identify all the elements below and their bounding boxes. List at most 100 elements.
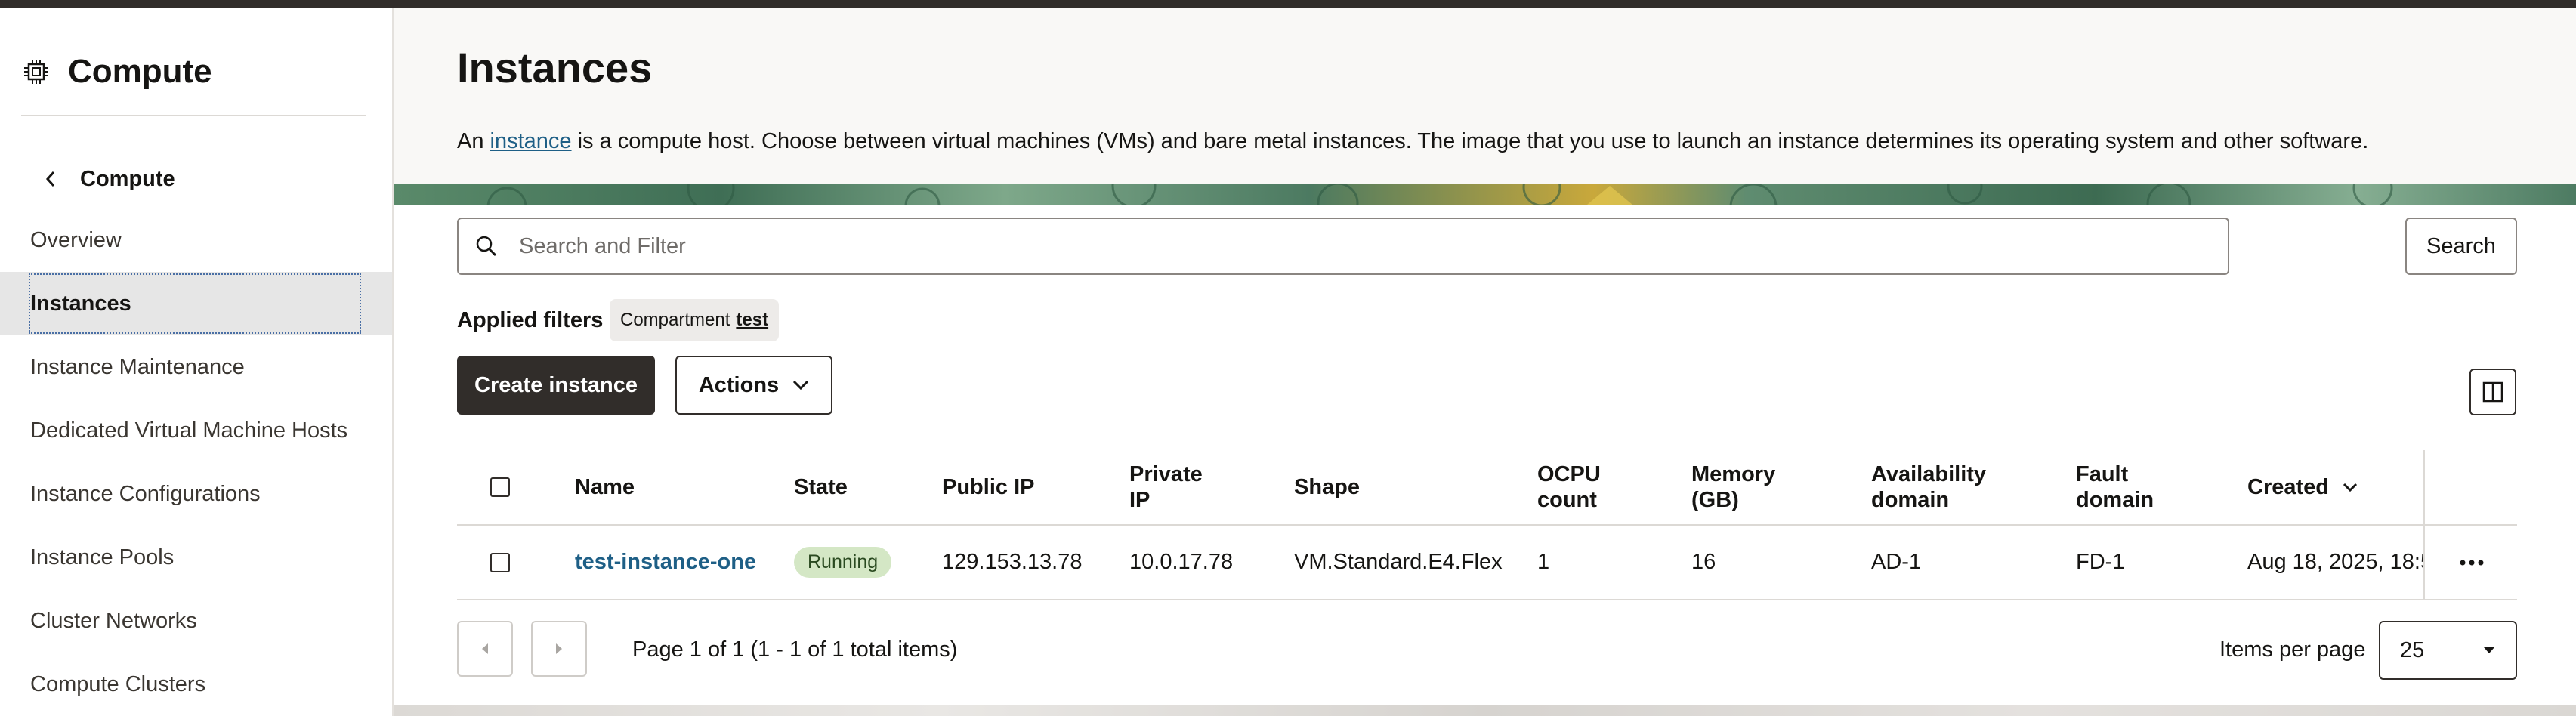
sidebar-item-dedicated-vm-hosts[interactable]: Dedicated Virtual Machine Hosts (0, 399, 392, 462)
sidebar-nav: Overview Instances Instance Maintenance … (0, 208, 392, 716)
created-value: Aug 18, 2025, 18:5 (2247, 550, 2424, 574)
page-header: Instances An instance is a compute host.… (394, 8, 2576, 184)
sidebar-item-instance-maintenance[interactable]: Instance Maintenance (0, 335, 392, 399)
sidebar-item-label: Cluster Networks (30, 608, 197, 633)
header-line: OCPU (1537, 462, 1601, 486)
column-header-availability-domain[interactable]: Availability domain (1871, 450, 1986, 524)
chip-icon (24, 60, 48, 84)
caret-left-icon (482, 643, 488, 654)
cell-created: Aug 18, 2025, 18:5 (2247, 526, 2424, 599)
filter-chip-value[interactable]: test (736, 310, 768, 331)
items-per-page-select[interactable]: 25 (2379, 621, 2517, 680)
caret-down-icon (2484, 647, 2494, 653)
cell-availability-domain: AD-1 (1871, 550, 1922, 574)
sidebar: Compute Compute Overview Instances Insta… (0, 8, 394, 716)
cell-fault-domain: FD-1 (2076, 550, 2125, 574)
actions-label: Actions (698, 372, 780, 397)
cell-public-ip: 129.153.13.78 (942, 550, 1083, 574)
top-bar (0, 0, 2576, 8)
column-panel-toggle-button[interactable] (2469, 369, 2516, 415)
bottom-decorative-strip (394, 705, 2576, 716)
sidebar-back-link[interactable]: Compute (42, 159, 175, 199)
filter-chip-key: Compartment (620, 310, 730, 330)
columns-panel-icon (2482, 381, 2503, 403)
banner-pattern (486, 184, 2393, 205)
sidebar-item-overview[interactable]: Overview (0, 208, 392, 272)
actions-button[interactable]: Actions (675, 356, 832, 415)
search-icon (476, 236, 497, 257)
sidebar-item-cluster-networks[interactable]: Cluster Networks (0, 589, 392, 653)
cell-memory: 16 (1691, 550, 1716, 574)
chevron-left-icon (45, 171, 55, 187)
table-row: test-instance-one Running 129.153.13.78 … (457, 526, 2517, 600)
applied-filters-label: Applied filters (457, 308, 604, 332)
main-content: Instances An instance is a compute host.… (394, 8, 2576, 716)
column-header-created[interactable]: Created (2247, 450, 2358, 524)
header-line: (GB) (1691, 488, 1739, 512)
instance-name-link[interactable]: test-instance-one (575, 550, 756, 575)
sidebar-back-label: Compute (80, 166, 175, 191)
table-header-row: Name State Public IP Private IP Shape OCP… (457, 450, 2517, 526)
sidebar-item-label: Compute Clusters (30, 671, 206, 696)
header-line: domain (2076, 488, 2154, 512)
column-header-shape[interactable]: Shape (1294, 450, 1360, 524)
chevron-down-icon (793, 380, 809, 390)
column-header-ocpu[interactable]: OCPU count (1537, 450, 1601, 524)
header-line: domain (1871, 488, 1950, 512)
sidebar-item-label: Instance Pools (30, 545, 175, 569)
header-line: Memory (1691, 462, 1776, 486)
focus-outline (29, 273, 361, 334)
row-actions-menu-button[interactable] (2459, 526, 2485, 599)
search-button[interactable]: Search (2405, 218, 2517, 275)
header-line: Availability (1871, 462, 1987, 486)
create-instance-button[interactable]: Create instance (457, 356, 655, 415)
column-header-fault-domain[interactable]: Fault domain (2076, 450, 2154, 524)
sidebar-item-compute-clusters[interactable]: Compute Clusters (0, 653, 392, 716)
sidebar-item-label: Overview (30, 227, 122, 252)
sidebar-item-label: Instance Configurations (30, 481, 261, 506)
page-description: An instance is a compute host. Choose be… (457, 129, 2368, 154)
filter-chip-compartment[interactable]: Compartment test (610, 299, 780, 341)
created-header-label: Created (2247, 475, 2329, 499)
sidebar-title: Compute (68, 53, 212, 90)
caret-right-icon (556, 643, 562, 654)
sticky-column-divider (2423, 450, 2425, 599)
column-header-private-ip[interactable]: Private IP (1129, 450, 1203, 524)
status-badge: Running (794, 547, 892, 578)
next-page-button[interactable] (531, 621, 587, 677)
items-per-page-value: 25 (2400, 637, 2425, 662)
row-checkbox[interactable] (490, 552, 510, 572)
pagination-summary: Page 1 of 1 (1 - 1 of 1 total items) (632, 637, 958, 662)
header-line: Fault (2076, 462, 2129, 486)
select-all-cell (490, 450, 510, 524)
column-header-state[interactable]: State (794, 450, 848, 524)
page-title: Instances (457, 44, 653, 91)
header-line: IP (1129, 488, 1151, 512)
instances-table: Name State Public IP Private IP Shape OCP… (457, 450, 2517, 600)
cell-name: test-instance-one (575, 526, 756, 599)
previous-page-button[interactable] (457, 621, 513, 677)
sidebar-item-instances[interactable]: Instances (0, 272, 392, 335)
cell-private-ip: 10.0.17.78 (1129, 550, 1234, 574)
cell-state: Running (794, 526, 892, 599)
column-header-public-ip[interactable]: Public IP (942, 450, 1034, 524)
search-input-box[interactable] (457, 218, 2229, 275)
header-line: count (1537, 488, 1597, 512)
sidebar-header: Compute (23, 42, 212, 102)
sidebar-item-instance-pools[interactable]: Instance Pools (0, 526, 392, 589)
sort-down-icon[interactable] (2343, 482, 2358, 492)
instance-doc-link[interactable]: instance (490, 129, 572, 153)
sidebar-item-instance-configurations[interactable]: Instance Configurations (0, 462, 392, 526)
items-per-page-label: Items per page (2219, 637, 2366, 662)
search-input[interactable] (517, 233, 2182, 260)
sidebar-item-label: Instance Maintenance (30, 354, 245, 379)
column-header-memory[interactable]: Memory (GB) (1691, 450, 1775, 524)
description-prefix: An (457, 129, 490, 153)
cell-shape: VM.Standard.E4.Flex (1294, 550, 1503, 574)
more-horizontal-icon (2460, 560, 2484, 565)
column-header-name[interactable]: Name (575, 450, 635, 524)
sidebar-divider (21, 115, 366, 116)
select-all-checkbox[interactable] (490, 477, 510, 497)
sidebar-item-label: Dedicated Virtual Machine Hosts (30, 418, 348, 443)
description-suffix: is a compute host. Choose between virtua… (571, 129, 2369, 153)
